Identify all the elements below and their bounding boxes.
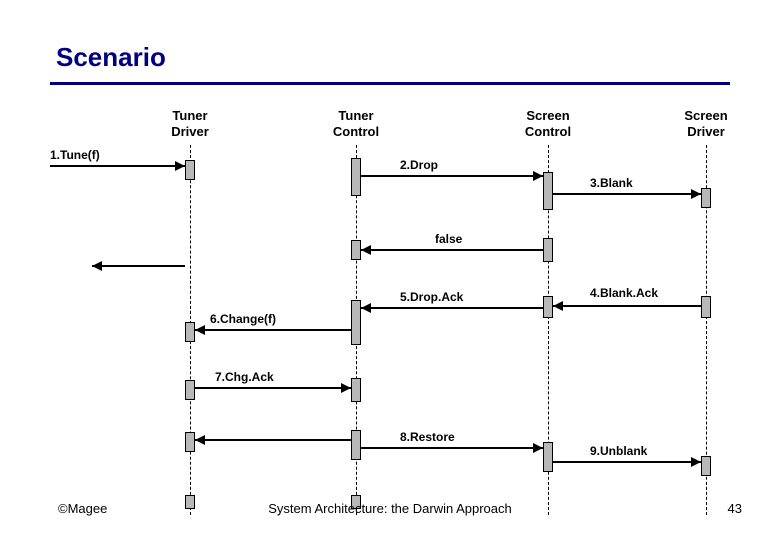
activation bbox=[701, 296, 711, 318]
activation bbox=[543, 238, 553, 262]
activation bbox=[543, 296, 553, 318]
lifeline-label-screen-driver: Screen Driver bbox=[666, 108, 746, 139]
message-label: 4.Blank.Ack bbox=[590, 286, 658, 300]
message-label: 1.Tune(f) bbox=[50, 148, 100, 162]
lifeline-label-screen-control: Screen Control bbox=[508, 108, 588, 139]
footer-subtitle: System Architecture: the Darwin Approach bbox=[268, 501, 512, 516]
activation bbox=[185, 322, 195, 342]
activation bbox=[185, 160, 195, 180]
activation bbox=[701, 456, 711, 476]
activation bbox=[351, 378, 361, 402]
activation bbox=[185, 380, 195, 400]
activation bbox=[543, 172, 553, 210]
lifeline-label-tuner-control: Tuner Control bbox=[316, 108, 396, 139]
message-label: 3.Blank bbox=[590, 176, 633, 190]
activation bbox=[351, 430, 361, 460]
activation bbox=[351, 300, 361, 345]
activation bbox=[185, 432, 195, 452]
activation bbox=[701, 188, 711, 208]
message-label: 5.Drop.Ack bbox=[400, 290, 463, 304]
footer-page-number: 43 bbox=[728, 501, 742, 516]
title-underline bbox=[50, 82, 730, 85]
message-label: 9.Unblank bbox=[590, 444, 647, 458]
page-title: Scenario bbox=[56, 42, 166, 73]
message-label: 6.Change(f) bbox=[210, 312, 276, 326]
message-label: false bbox=[435, 232, 462, 246]
message-label: 8.Restore bbox=[400, 430, 455, 444]
message-label: 7.Chg.Ack bbox=[215, 370, 274, 384]
footer-copyright: ©Magee bbox=[58, 501, 107, 516]
activation bbox=[185, 495, 195, 509]
activation bbox=[351, 158, 361, 196]
activation bbox=[351, 240, 361, 260]
lifeline-label-tuner-driver: Tuner Driver bbox=[150, 108, 230, 139]
message-label: 2.Drop bbox=[400, 158, 438, 172]
activation bbox=[543, 442, 553, 472]
